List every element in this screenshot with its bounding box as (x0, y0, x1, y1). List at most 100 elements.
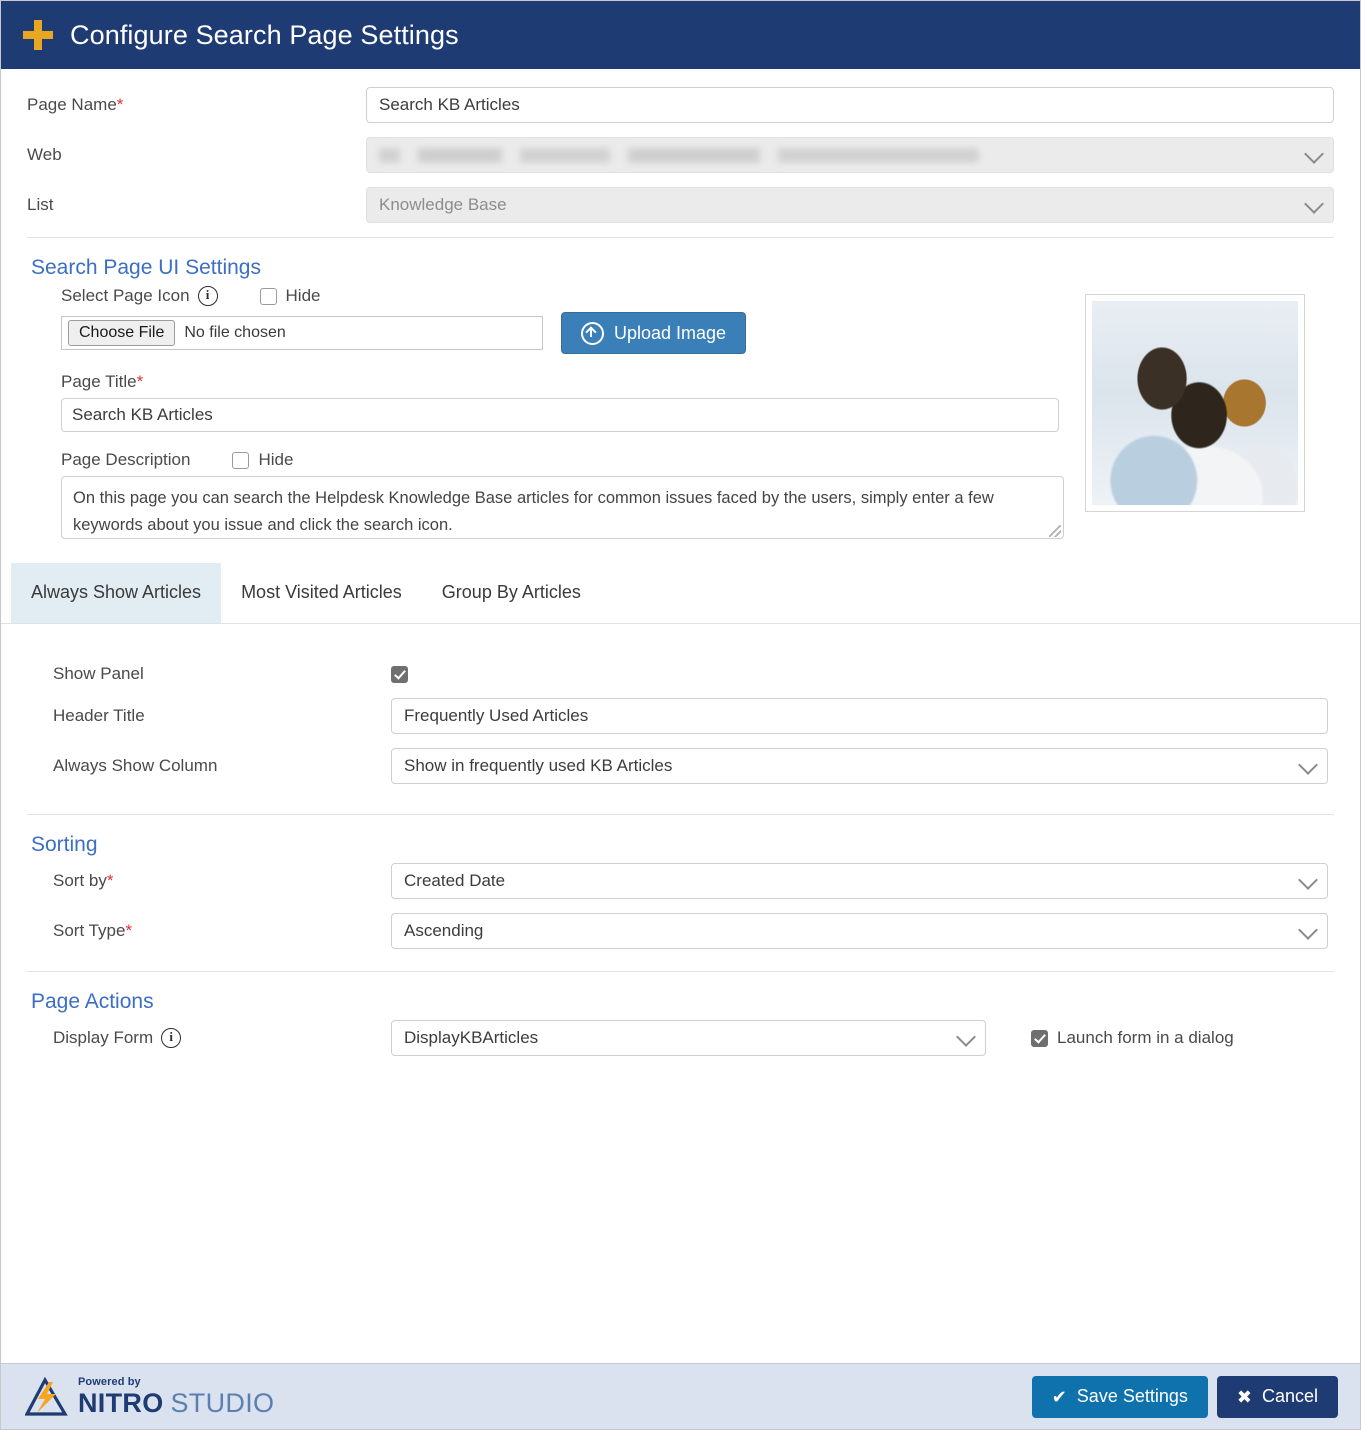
web-select[interactable] (366, 137, 1334, 173)
check-icon: ✔ (1051, 1386, 1067, 1407)
display-form-row: Display Form i DisplayKBArticles Launch … (1, 1020, 1360, 1056)
resize-handle[interactable] (1049, 525, 1061, 537)
chevron-down-icon (1298, 870, 1318, 890)
show-panel-checkbox[interactable] (391, 665, 408, 683)
plus-icon (23, 20, 53, 50)
web-row: Web (1, 137, 1360, 173)
page-description-label: Page Description (61, 450, 191, 469)
web-label: Web (27, 145, 62, 164)
nitro-logo-icon (24, 1376, 69, 1417)
sorting-section-title: Sorting (31, 833, 98, 856)
show-panel-label: Show Panel (53, 664, 144, 683)
header-title-input[interactable]: Frequently Used Articles (391, 698, 1328, 734)
always-show-column-label: Always Show Column (53, 756, 218, 775)
always-show-column-row: Always Show Column Show in frequently us… (1, 748, 1360, 784)
info-icon[interactable]: i (161, 1028, 182, 1048)
close-icon: ✖ (1236, 1386, 1252, 1407)
articles-tabs: Always Show Articles Most Visited Articl… (1, 563, 1360, 624)
always-show-column-select[interactable]: Show in frequently used KB Articles (391, 748, 1328, 784)
page-name-label: Page Name* (27, 95, 366, 115)
page-icon-file-input[interactable]: Choose File No file chosen (61, 316, 543, 350)
save-settings-label: Save Settings (1076, 1386, 1188, 1406)
launch-dialog-label: Launch form in a dialog (1057, 1028, 1234, 1047)
settings-body: Page Name* Search KB Articles Web List K… (1, 69, 1360, 1363)
file-status-text: No file chosen (184, 324, 286, 341)
dialog-footer: Powered by NITRO STUDIO ✔ Save Settings … (1, 1363, 1360, 1429)
tab-group-by-articles[interactable]: Group By Articles (422, 563, 601, 623)
tab-always-show-articles[interactable]: Always Show Articles (11, 563, 222, 623)
sort-by-select[interactable]: Created Date (391, 863, 1328, 899)
display-form-label-wrap: Display Form i (27, 1028, 391, 1048)
launch-dialog-checkbox[interactable] (1031, 1029, 1048, 1047)
page-description-textarea[interactable]: On this page you can search the Helpdesk… (61, 476, 1064, 539)
sort-by-value: Created Date (404, 871, 506, 890)
cancel-button[interactable]: ✖ Cancel (1216, 1375, 1338, 1418)
powered-by-label: Powered by (78, 1375, 141, 1388)
save-settings-button[interactable]: ✔ Save Settings (1031, 1375, 1208, 1418)
sorting-panel: Sort by* Created Date Sort Type* Ascendi… (1, 863, 1360, 949)
page-icon-hide-label: Hide (285, 286, 321, 305)
nitro-triangle-bolt-icon (24, 1376, 68, 1416)
sort-by-row: Sort by* Created Date (1, 863, 1360, 899)
sort-type-row: Sort Type* Ascending (1, 913, 1360, 949)
show-panel-row: Show Panel (1, 664, 1360, 684)
sort-type-label-text: Sort Type (53, 921, 126, 940)
list-select[interactable]: Knowledge Base (366, 187, 1334, 223)
required-asterisk: * (136, 372, 144, 391)
brand-studio: STUDIO (170, 1387, 275, 1418)
launch-dialog-group[interactable]: Launch form in a dialog (1031, 1028, 1234, 1048)
header-title-label: Header Title (53, 706, 145, 725)
display-form-label: Display Form (53, 1028, 154, 1047)
chevron-down-icon (1298, 920, 1318, 940)
required-asterisk: * (125, 921, 133, 940)
sort-by-label: Sort by* (27, 871, 391, 891)
chevron-down-icon (1304, 144, 1324, 164)
page-description-hide-label: Hide (258, 450, 294, 469)
choose-file-button[interactable]: Choose File (68, 320, 176, 346)
page-name-row: Page Name* Search KB Articles (1, 87, 1360, 123)
sort-type-label: Sort Type* (27, 921, 391, 941)
page-icon-preview-image (1092, 301, 1298, 505)
footer-buttons: ✔ Save Settings ✖ Cancel (1031, 1375, 1338, 1418)
list-select-value: Knowledge Base (379, 195, 507, 214)
sort-by-label-text: Sort by (53, 871, 107, 890)
page-description-hide-checkbox[interactable] (232, 451, 250, 469)
brand-nitro: NITRO (78, 1387, 164, 1418)
upload-image-label: Upload Image (614, 322, 727, 343)
tab-most-visited-articles[interactable]: Most Visited Articles (221, 563, 422, 623)
brand-name: NITRO STUDIO (78, 1387, 275, 1418)
always-show-articles-panel: Show Panel Header Title Frequently Used … (1, 664, 1360, 784)
page-icon-hide-group[interactable]: Hide (259, 286, 321, 306)
page-title-input[interactable]: Search KB Articles (61, 398, 1059, 432)
page-name-label-text: Page Name (27, 95, 117, 114)
page-title-label: Page Title (61, 372, 137, 391)
web-redacted-value (379, 147, 979, 163)
sort-type-select[interactable]: Ascending (391, 913, 1328, 949)
page-icon-hide-checkbox[interactable] (259, 287, 277, 305)
ui-settings-section-title: Search Page UI Settings (31, 256, 261, 279)
dialog-titlebar: Configure Search Page Settings (1, 1, 1360, 69)
page-title: Configure Search Page Settings (70, 19, 459, 50)
list-label: List (27, 195, 54, 214)
cancel-label: Cancel (1261, 1386, 1318, 1406)
nitro-studio-logo: Powered by NITRO STUDIO (24, 1375, 275, 1418)
display-form-value: DisplayKBArticles (404, 1028, 539, 1047)
configure-search-page-settings-dialog: Configure Search Page Settings Page Name… (0, 0, 1361, 1430)
required-asterisk: * (116, 95, 124, 114)
page-name-input[interactable]: Search KB Articles (366, 87, 1334, 123)
upload-image-button[interactable]: Upload Image (561, 312, 747, 354)
chevron-down-icon (1304, 194, 1324, 214)
page-icon-preview (1085, 294, 1305, 512)
required-asterisk: * (106, 871, 114, 890)
page-actions-section-title: Page Actions (31, 990, 154, 1013)
page-description-text: On this page you can search the Helpdesk… (73, 489, 994, 535)
page-description-hide-group[interactable]: Hide (232, 450, 293, 470)
sort-type-value: Ascending (404, 921, 484, 940)
info-icon[interactable]: i (197, 286, 218, 306)
chevron-down-icon (1298, 755, 1318, 775)
nitro-logo-text: Powered by NITRO STUDIO (78, 1375, 275, 1418)
chevron-down-icon (956, 1027, 976, 1047)
select-page-icon-label: Select Page Icon (61, 286, 190, 305)
display-form-select[interactable]: DisplayKBArticles (391, 1020, 986, 1056)
ui-settings-block: Select Page Icon i Hide Choose File No f… (1, 286, 1360, 553)
